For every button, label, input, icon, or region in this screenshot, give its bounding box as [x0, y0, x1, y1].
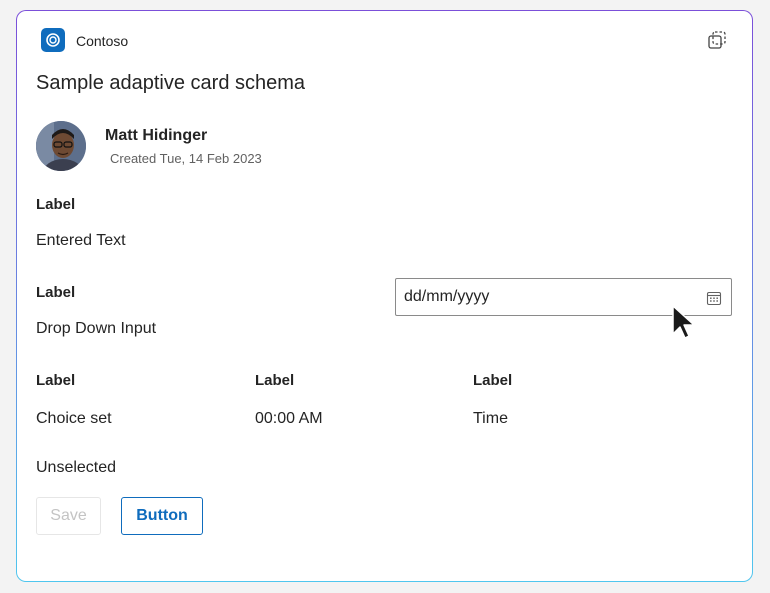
field-label: Label: [36, 196, 76, 213]
author-name: Matt Hidinger: [105, 127, 208, 144]
save-button[interactable]: Save: [36, 497, 101, 535]
entered-text-value: Entered Text: [36, 232, 126, 249]
mouse-pointer-icon: [672, 305, 695, 339]
date-input-field[interactable]: [396, 279, 694, 315]
card-title: Sample adaptive card schema: [36, 72, 306, 94]
time-value[interactable]: 00:00 AM: [255, 410, 323, 428]
drop-down-input[interactable]: Drop Down Input: [36, 320, 156, 338]
time-input[interactable]: Time: [473, 410, 508, 428]
calendar-icon[interactable]: [706, 290, 722, 306]
card-frame: Contoso Sample adaptive card schema Matt…: [16, 10, 753, 582]
app-name: Contoso: [76, 33, 129, 49]
field-label: Label: [473, 372, 513, 389]
field-label: Label: [255, 372, 295, 389]
field-label: Label: [36, 372, 76, 389]
contoso-logo-icon: [41, 28, 65, 52]
created-date: Created Tue, 14 Feb 2023: [110, 151, 262, 166]
avatar: [36, 121, 86, 171]
popout-icon[interactable]: [706, 29, 728, 51]
unselected-option[interactable]: Unselected: [36, 459, 116, 477]
field-label: Label: [36, 284, 76, 301]
primary-button[interactable]: Button: [121, 497, 203, 535]
choice-set-input[interactable]: Choice set: [36, 410, 112, 428]
adaptive-card: Contoso Sample adaptive card schema Matt…: [17, 11, 752, 581]
